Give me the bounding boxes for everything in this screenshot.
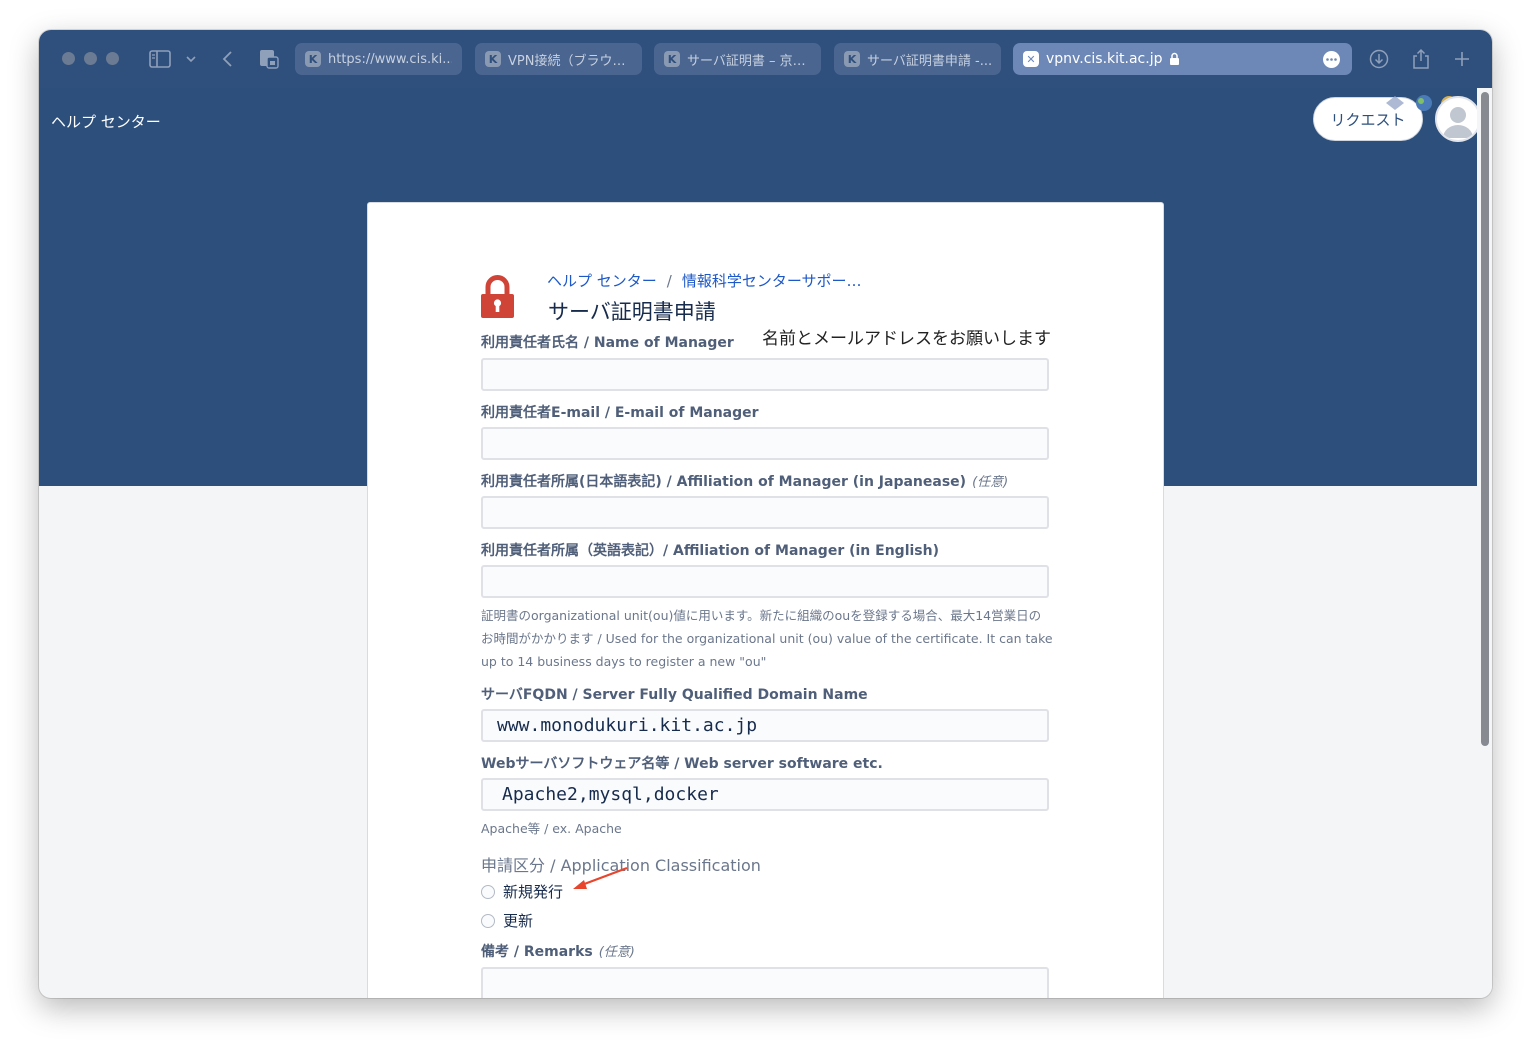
breadcrumb-current-link[interactable]: 情報科学センターサポー…: [682, 272, 862, 290]
lock-icon: [480, 275, 515, 323]
software-help-text: Apache等 / ex. Apache: [481, 821, 622, 836]
affiliation-help-text: 証明書のorganizational unit(ou)値に用います。新たに組織の…: [481, 604, 1055, 673]
manager-name-label: 利用責任者氏名 / Name of Manager: [481, 335, 734, 351]
avatar[interactable]: [1435, 96, 1481, 142]
breadcrumb-separator: /: [666, 272, 672, 290]
tab-favicon: K: [844, 51, 860, 67]
tab-favicon: K: [305, 51, 321, 67]
tab-1[interactable]: K https://www.cis.ki...: [295, 43, 462, 75]
software-input[interactable]: Apache2,mysql,docker: [481, 778, 1049, 811]
tab-favicon: ✕: [1023, 51, 1039, 67]
remarks-textarea[interactable]: [481, 967, 1049, 998]
fqdn-input[interactable]: www.monodukuri.kit.ac.jp: [481, 709, 1049, 742]
annotation-arrow-icon: [569, 864, 631, 898]
browser-toolbar: K https://www.cis.ki... K VPN接続（ブラウ… K サ…: [39, 30, 1492, 88]
affiliation-en-label: 利用責任者所属（英語表記）/ Affiliation of Manager (i…: [481, 543, 939, 559]
close-window-button[interactable]: [62, 52, 75, 65]
shield-icon[interactable]: [257, 47, 281, 71]
plus-icon[interactable]: [1450, 47, 1474, 71]
browser-window: K https://www.cis.ki... K VPN接続（ブラウ… K サ…: [39, 30, 1492, 998]
minimize-window-button[interactable]: [84, 52, 97, 65]
radio-new-issue[interactable]: 新規発行: [481, 881, 563, 902]
tab-label: サーバ証明書申請 -...: [867, 53, 991, 69]
sidebar-icon[interactable]: [148, 47, 172, 71]
share-icon[interactable]: [1409, 47, 1433, 71]
remarks-label-text: 備考 / Remarks: [481, 944, 593, 960]
affiliation-en-input[interactable]: [481, 565, 1049, 598]
tab-4[interactable]: K サーバ証明書申請 -...: [834, 43, 1001, 75]
tab-2[interactable]: K VPN接続（ブラウ…: [475, 43, 642, 75]
radio-label: 新規発行: [503, 883, 564, 901]
affiliation-jp-input[interactable]: [481, 496, 1049, 529]
scrollbar[interactable]: [1477, 88, 1492, 998]
tab-3[interactable]: K サーバ証明書 – 京…: [654, 43, 821, 75]
optional-tag: (任意): [598, 945, 635, 960]
help-line: お時間がかかります / Used for the organizational …: [481, 631, 1053, 646]
breadcrumb: ヘルプ センター / 情報科学センターサポー…: [547, 270, 862, 291]
radio-renewal[interactable]: 更新: [481, 910, 533, 931]
annotation-note: 名前とメールアドレスをお願いします: [762, 329, 1051, 349]
back-icon[interactable]: [215, 47, 239, 71]
affiliation-jp-label-text: 利用責任者所属(日本語表記) / Affiliation of Manager …: [481, 474, 967, 490]
tab-label: https://www.cis.ki...: [328, 51, 452, 67]
radio-button[interactable]: [481, 913, 495, 928]
address-url: vpnv.cis.kit.ac.jp: [1046, 51, 1163, 67]
scrollbar-thumb[interactable]: [1481, 92, 1489, 746]
help-line: 証明書のorganizational unit(ou)値に用います。新たに組織の…: [481, 608, 1042, 623]
optional-tag: (任意): [972, 475, 1009, 490]
tab-favicon: K: [664, 51, 680, 67]
radio-button[interactable]: [481, 884, 495, 899]
zoom-window-button[interactable]: [106, 52, 119, 65]
manager-email-label: 利用責任者E-mail / E-mail of Manager: [481, 405, 759, 421]
remarks-label: 備考 / Remarks (任意): [481, 941, 635, 961]
breadcrumb-home-link[interactable]: ヘルプ センター: [547, 272, 657, 290]
download-icon[interactable]: [1367, 47, 1391, 71]
tab-favicon: K: [485, 51, 501, 67]
tab-active-address[interactable]: ✕ vpnv.cis.kit.ac.jp: [1013, 43, 1352, 75]
chevron-down-icon[interactable]: [179, 47, 203, 71]
tab-label: VPN接続（ブラウ…: [508, 53, 626, 69]
software-label: Webサーバソフトウェア名等 / Web server software etc…: [481, 756, 883, 772]
manager-name-input[interactable]: [481, 358, 1049, 391]
tab-label: サーバ証明書 – 京…: [687, 53, 806, 69]
fqdn-label: サーバFQDN / Server Fully Qualified Domain …: [481, 687, 868, 703]
lock-icon: [1169, 52, 1180, 66]
radio-label: 更新: [503, 912, 534, 930]
page-title: サーバ証明書申請: [548, 300, 716, 324]
help-center-logo[interactable]: ヘルプ センター: [51, 111, 161, 132]
help-line: up to 14 business days to register a new…: [481, 654, 767, 669]
manager-email-input[interactable]: [481, 427, 1049, 460]
more-icon[interactable]: [1323, 51, 1340, 68]
affiliation-jp-label: 利用責任者所属(日本語表記) / Affiliation of Manager …: [481, 471, 1008, 491]
